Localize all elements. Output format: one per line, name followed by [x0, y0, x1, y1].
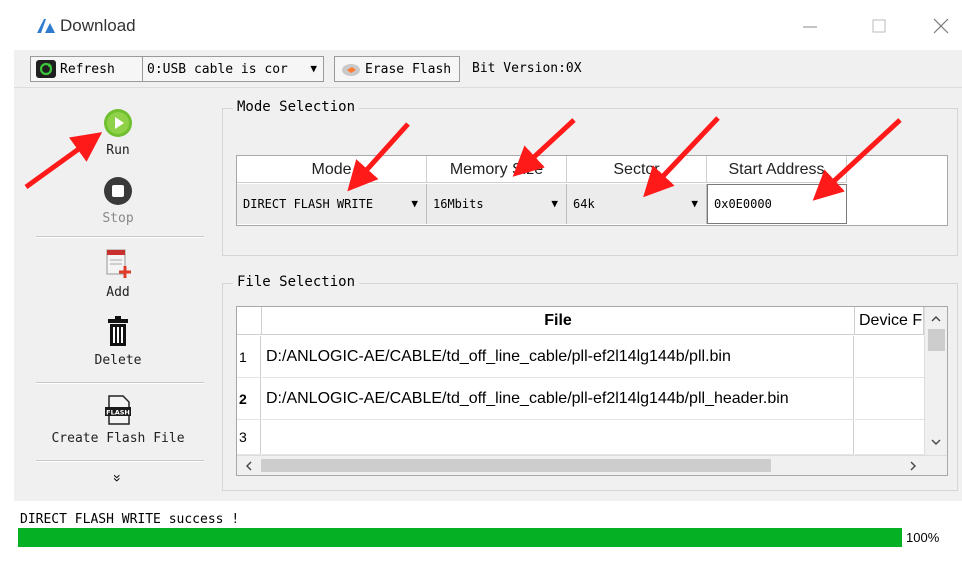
horizontal-scrollbar[interactable]	[237, 455, 947, 475]
add-label: Add	[106, 285, 130, 300]
delete-label: Delete	[94, 353, 142, 368]
sector-select[interactable]: 64k ▼	[567, 184, 707, 224]
maximize-button[interactable]	[864, 12, 894, 40]
memory-size-select[interactable]: 16Mbits ▼	[427, 184, 567, 224]
file-table: File Device F 1 D:/ANLOGIC-AE/CABLE/td_o…	[236, 306, 948, 476]
column-header-file: File	[262, 307, 855, 335]
add-file-icon	[106, 249, 131, 278]
row-number: 3	[237, 420, 261, 455]
mode-select[interactable]: DIRECT FLASH WRITE ▼	[237, 184, 427, 224]
eraser-icon	[342, 64, 360, 76]
cable-select-value: 0:USB cable is cor	[147, 61, 288, 77]
corner-header	[237, 307, 262, 335]
chevron-left-icon	[246, 461, 252, 471]
chevron-down-icon: ▼	[691, 197, 698, 210]
scroll-thumb[interactable]	[261, 459, 771, 472]
scroll-thumb[interactable]	[928, 329, 945, 351]
column-header-memory-size: Memory Size	[427, 156, 567, 183]
main-area: Mode Selection Mode Memory Size Sector S…	[222, 88, 962, 501]
run-label: Run	[106, 143, 130, 158]
table-row[interactable]: D:/ANLOGIC-AE/CABLE/td_off_line_cable/pl…	[262, 336, 854, 378]
chevron-down-icon: ▼	[310, 62, 317, 75]
chevron-right-icon	[910, 461, 916, 471]
file-selection-title: File Selection	[233, 274, 360, 290]
table-row[interactable]: D:/ANLOGIC-AE/CABLE/td_off_line_cable/pl…	[262, 378, 854, 420]
refresh-button[interactable]: Refresh	[30, 56, 143, 82]
device-cell[interactable]	[855, 420, 924, 455]
chevron-up-icon	[931, 316, 941, 322]
column-header-start-address: Start Address	[707, 156, 847, 183]
stop-icon	[104, 177, 132, 205]
bit-version-label: Bit Version:0X	[472, 61, 582, 76]
status-message: DIRECT FLASH WRITE success !	[20, 512, 240, 527]
cable-select[interactable]: 0:USB cable is cor ▼	[142, 56, 324, 82]
window-title: Download	[60, 16, 136, 35]
mode-select-value: DIRECT FLASH WRITE	[243, 197, 374, 211]
expand-more-button[interactable]: »	[110, 374, 126, 582]
vertical-scrollbar[interactable]	[924, 307, 947, 455]
progress-bar	[18, 528, 902, 547]
stop-label: Stop	[102, 211, 134, 226]
separator	[36, 236, 204, 238]
sector-value: 64k	[573, 197, 595, 211]
chevron-down-icon: ▼	[551, 197, 558, 210]
toolbar: Refresh 0:USB cable is cor ▼ Erase Flash…	[14, 50, 962, 88]
minimize-button[interactable]	[795, 12, 825, 40]
add-button[interactable]: Add	[14, 248, 222, 300]
delete-button[interactable]: Delete	[14, 316, 222, 368]
progress-label: 100%	[906, 530, 940, 545]
mode-selection-title: Mode Selection	[233, 99, 360, 115]
mode-table: Mode Memory Size Sector Start Address DI…	[236, 155, 948, 226]
erase-flash-label: Erase Flash	[365, 61, 452, 77]
run-button[interactable]: Run	[14, 108, 222, 158]
column-header-device: Device F	[855, 307, 924, 335]
device-cell[interactable]	[855, 336, 924, 378]
column-header-sector: Sector	[567, 156, 707, 183]
column-header-mode: Mode	[237, 156, 427, 183]
left-panel: Run Stop Add Delete FLASH Create Flash F…	[14, 88, 222, 501]
row-number: 1	[237, 336, 261, 378]
maximize-icon	[872, 19, 886, 33]
table-row[interactable]	[262, 420, 854, 455]
trash-icon	[108, 316, 128, 346]
stop-button[interactable]: Stop	[14, 176, 222, 226]
chevron-down-icon: ▼	[411, 197, 418, 210]
start-address-field[interactable]: 0x0E0000	[707, 184, 847, 224]
erase-flash-button[interactable]: Erase Flash	[334, 56, 460, 82]
row-number: 2	[237, 378, 261, 420]
memory-size-value: 16Mbits	[433, 197, 484, 211]
close-icon	[933, 18, 949, 34]
chevron-down-icon	[931, 439, 941, 445]
start-address-value: 0x0E0000	[714, 197, 772, 211]
app-logo-icon	[37, 19, 55, 33]
device-cell[interactable]	[855, 378, 924, 420]
run-icon	[104, 109, 132, 137]
title-bar: Download	[0, 0, 962, 50]
progress-fill	[18, 528, 902, 547]
minimize-icon	[803, 26, 817, 28]
refresh-icon	[36, 60, 56, 78]
double-chevron-down-icon: »	[110, 474, 126, 482]
refresh-label: Refresh	[60, 61, 115, 77]
close-button[interactable]	[926, 12, 956, 40]
